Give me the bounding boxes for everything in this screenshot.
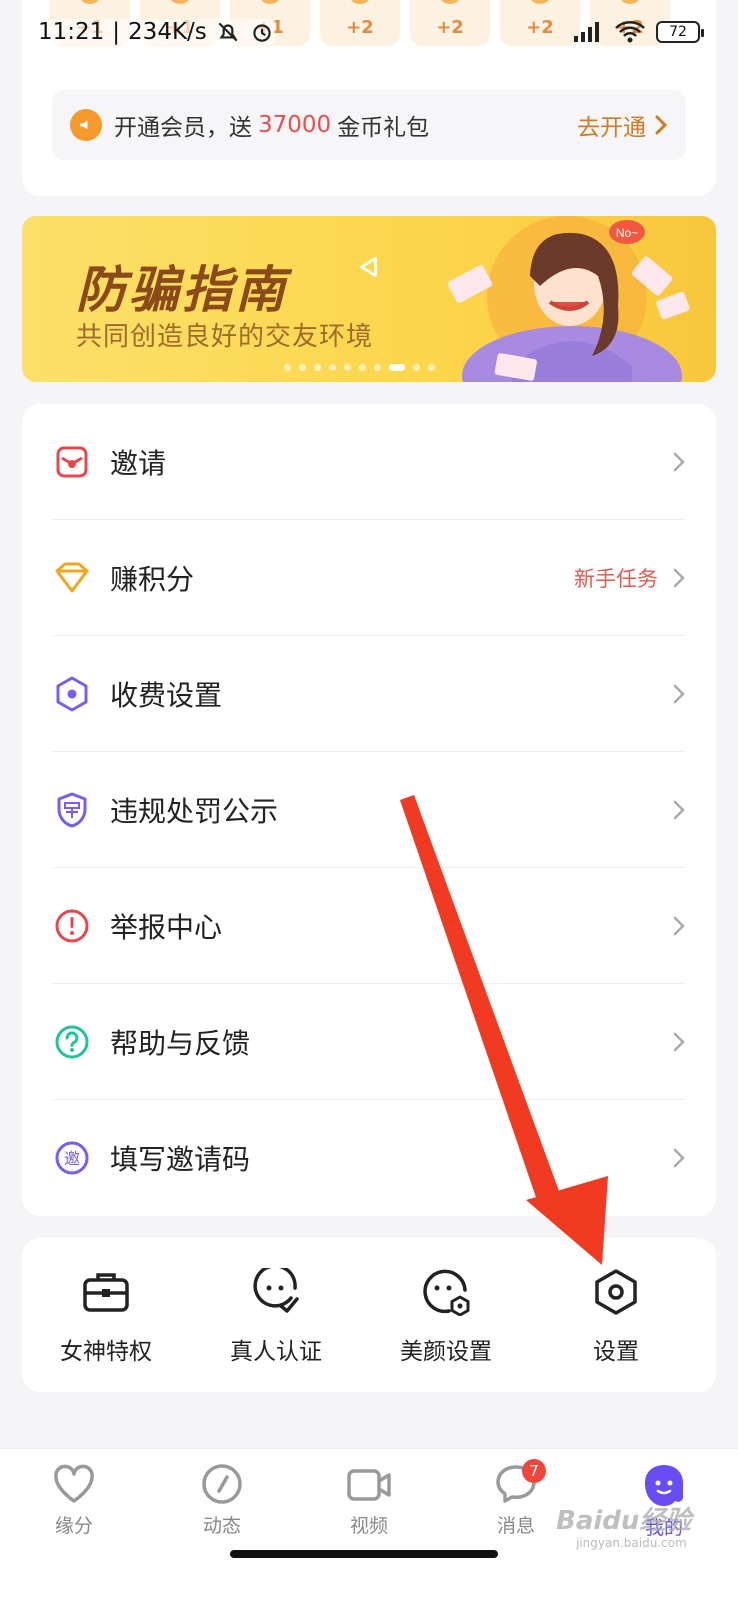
mute-bell-icon: [218, 22, 238, 42]
status-bar: 11:21 | 234K/s 72: [0, 0, 738, 64]
nav-fate[interactable]: 缘分: [14, 1463, 134, 1538]
menu-label: 填写邀请码: [110, 1143, 251, 1176]
vip-promo-text: 开通会员，送 37000 金币礼包: [114, 108, 429, 142]
carousel-dot[interactable]: [359, 364, 366, 371]
carousel-dot[interactable]: [389, 364, 405, 371]
carousel-dot[interactable]: [299, 364, 306, 371]
chevron-right-icon: [673, 800, 685, 819]
status-left: 11:21 | 234K/s: [38, 19, 275, 45]
chevron-right-icon: [655, 115, 668, 135]
menu-label: 收费设置: [110, 678, 223, 712]
carousel-dot[interactable]: [428, 364, 435, 371]
signal-icon: [574, 22, 599, 42]
carousel-dot[interactable]: [314, 364, 321, 371]
carousel-dot[interactable]: [413, 364, 420, 371]
briefcase-icon: [83, 1273, 129, 1312]
hexagon-gear-icon: [595, 1269, 637, 1315]
tool-label: 设置: [593, 1339, 639, 1365]
newbie-task-hint: 新手任务: [574, 566, 658, 591]
baidu-watermark: Baidu经验: [556, 1506, 692, 1536]
tool-real-person-verify[interactable]: 真人认证: [196, 1268, 356, 1366]
invite-code-icon: 邀: [52, 1138, 92, 1178]
invite-icon: [52, 442, 92, 482]
chevron-right-icon: [673, 1032, 685, 1051]
menu-item-help-feedback[interactable]: 帮助与反馈: [52, 984, 686, 1100]
menu-label: 帮助与反馈: [110, 1026, 251, 1060]
nav-moments[interactable]: 动态: [162, 1463, 282, 1538]
chevron-right-icon: [673, 684, 685, 703]
help-question-icon: [52, 1022, 92, 1062]
carousel-indicator: [284, 364, 435, 371]
nav-label: 动态: [202, 1515, 241, 1537]
chevron-right-icon: [673, 452, 685, 471]
vip-promo-bar[interactable]: 开通会员，送 37000 金币礼包 去开通: [52, 90, 686, 160]
video-camera-icon: [347, 1469, 391, 1501]
menu-item-report-center[interactable]: 举报中心: [52, 868, 686, 984]
menu-item-fee-settings[interactable]: 收费设置: [52, 636, 686, 752]
nav-label: 消息: [496, 1515, 535, 1537]
unread-badge: 7: [522, 1459, 546, 1483]
menu-label: 邀请: [110, 446, 167, 480]
svg-text:邀: 邀: [64, 1149, 80, 1168]
nav-label: 视频: [349, 1515, 388, 1537]
banner-illustration: No~: [447, 216, 690, 382]
nav-video[interactable]: 视频: [309, 1463, 429, 1538]
wifi-icon: [615, 21, 645, 43]
compass-icon: [202, 1464, 242, 1504]
anti-fraud-banner[interactable]: 防骗指南 共同创造良好的交友环境 No~: [22, 216, 716, 382]
hexagon-settings-icon: [52, 674, 92, 714]
menu-label: 举报中心: [110, 910, 223, 944]
menu-list-card: 邀请 赚积分 新手任务 收费设置 违规处罚公示 举报中心 帮助与反馈 邀 填写邀…: [22, 404, 716, 1216]
menu-item-earn-points[interactable]: 赚积分 新手任务: [52, 520, 686, 636]
status-divider: |: [112, 19, 121, 45]
report-exclamation-icon: [52, 906, 92, 946]
chevron-right-icon: [673, 568, 685, 587]
tool-beauty-settings[interactable]: 美颜设置: [366, 1268, 526, 1366]
quick-tools-card: 女神特权 真人认证 美颜设置 设置: [22, 1238, 716, 1392]
play-triangle-icon: [360, 256, 377, 278]
tool-label: 女神特权: [60, 1339, 152, 1365]
heart-icon: [54, 1464, 94, 1503]
menu-item-invite-code[interactable]: 邀 填写邀请码: [52, 1100, 686, 1216]
carousel-dot[interactable]: [344, 364, 351, 371]
banner-title: 防骗指南: [76, 261, 288, 319]
vip-text-before: 开通会员，送: [114, 115, 252, 141]
vip-coin-amount: 37000: [258, 112, 332, 138]
tool-label: 真人认证: [230, 1339, 322, 1365]
status-time: 11:21: [38, 19, 105, 45]
vip-text-after: 金币礼包: [337, 115, 430, 141]
tool-label: 美颜设置: [400, 1339, 492, 1365]
penalty-shield-icon: [52, 790, 92, 830]
tool-settings[interactable]: 设置: [536, 1268, 696, 1366]
open-vip-button[interactable]: 去开通: [577, 108, 668, 142]
banner-badge-text: No~: [616, 226, 638, 240]
chevron-right-icon: [673, 1148, 685, 1168]
battery-indicator: 72: [656, 21, 704, 43]
status-right: 72: [572, 20, 704, 44]
tool-goddess-privilege[interactable]: 女神特权: [26, 1268, 186, 1366]
baidu-watermark-url: jingyan.baidu.com: [576, 1536, 687, 1550]
menu-item-penalty-notice[interactable]: 违规处罚公示: [52, 752, 686, 868]
menu-item-invite[interactable]: 邀请: [52, 404, 686, 520]
diamond-icon: [52, 558, 92, 598]
menu-label: 违规处罚公示: [110, 794, 279, 828]
network-speed: 234K/s: [128, 19, 207, 45]
menu-label: 赚积分: [110, 562, 195, 596]
nav-label: 缘分: [54, 1515, 93, 1537]
banner-subtitle: 共同创造良好的交友环境: [76, 322, 374, 352]
megaphone-icon: [70, 109, 102, 141]
chevron-right-icon: [673, 916, 685, 935]
open-vip-label: 去开通: [577, 115, 646, 141]
alarm-icon: [253, 24, 271, 42]
carousel-dot[interactable]: [284, 364, 291, 371]
carousel-dot[interactable]: [374, 364, 381, 371]
face-beauty-settings-icon: [423, 1269, 470, 1316]
face-verified-icon: [253, 1268, 299, 1313]
home-indicator[interactable]: [230, 1550, 498, 1558]
carousel-dot[interactable]: [329, 364, 336, 371]
